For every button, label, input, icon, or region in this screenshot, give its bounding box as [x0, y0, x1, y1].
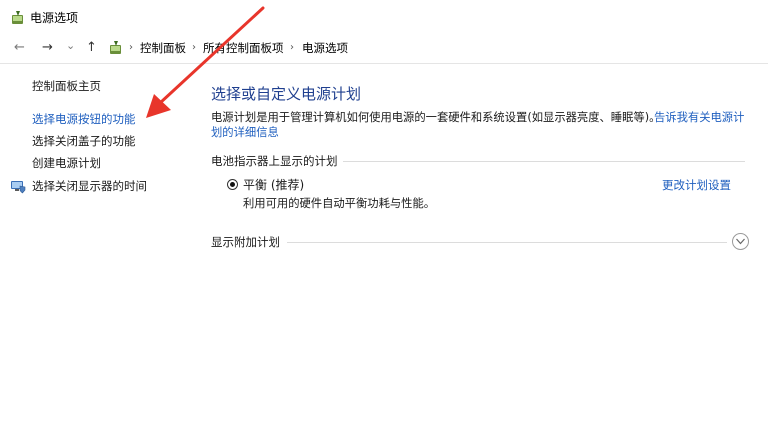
- change-plan-settings-link[interactable]: 更改计划设置: [662, 177, 731, 193]
- sidebar-item-home[interactable]: 控制面板主页: [32, 78, 101, 94]
- window-title: 电源选项: [30, 11, 79, 25]
- breadcrumb-item-power-options[interactable]: 电源选项: [302, 40, 348, 56]
- section-divider: [287, 242, 727, 243]
- learn-more-link-continued[interactable]: 划的详细信息: [211, 125, 279, 140]
- sidebar-item-close-lid[interactable]: 选择关闭盖子的功能: [32, 133, 136, 149]
- learn-more-link[interactable]: 告诉我有关电源计: [654, 110, 754, 125]
- power-options-icon: [12, 11, 23, 24]
- sidebar-item-display-off[interactable]: 选择关闭显示器的时间: [32, 178, 147, 194]
- breadcrumb-separator: ›: [192, 42, 196, 53]
- sidebar-item-power-buttons[interactable]: 选择电源按钮的功能: [32, 111, 136, 127]
- page-title: 选择或自定义电源计划: [211, 85, 362, 103]
- sidebar-item-create-plan[interactable]: 创建电源计划: [32, 155, 101, 171]
- page-description: 电源计划是用于管理计算机如何使用电源的一套硬件和系统设置(如显示器亮度、睡眠等)…: [211, 111, 661, 124]
- plan-description: 利用可用的硬件自动平衡功耗与性能。: [243, 197, 436, 210]
- section-heading-battery-plans: 电池指示器上显示的计划: [211, 154, 338, 168]
- back-button[interactable]: ←: [14, 40, 25, 56]
- expand-additional-plans-button[interactable]: [732, 233, 749, 250]
- breadcrumb-separator: ›: [290, 42, 294, 53]
- section-divider: [343, 161, 745, 162]
- annotation-arrow: [146, 6, 265, 118]
- breadcrumb-separator: ›: [129, 42, 133, 53]
- up-button[interactable]: ↑: [86, 40, 97, 56]
- plan-radio-balanced[interactable]: [227, 179, 238, 190]
- plan-name[interactable]: 平衡 (推荐): [243, 177, 304, 193]
- address-bar-divider: [0, 63, 768, 64]
- expand-chevron-icon: [736, 238, 745, 245]
- recent-locations-button[interactable]: ⌄: [66, 38, 75, 54]
- learn-more-link-text[interactable]: 告诉我有关电源计: [654, 110, 754, 125]
- breadcrumb-item-all-items[interactable]: 所有控制面板项: [203, 40, 284, 56]
- breadcrumb-item-control-panel[interactable]: 控制面板: [140, 40, 186, 56]
- section-heading-additional-plans[interactable]: 显示附加计划: [211, 234, 280, 250]
- title-bar: 电源选项: [0, 0, 768, 36]
- forward-button[interactable]: →: [42, 40, 53, 56]
- monitor-shield-icon: [11, 181, 26, 194]
- power-options-icon: [110, 41, 121, 54]
